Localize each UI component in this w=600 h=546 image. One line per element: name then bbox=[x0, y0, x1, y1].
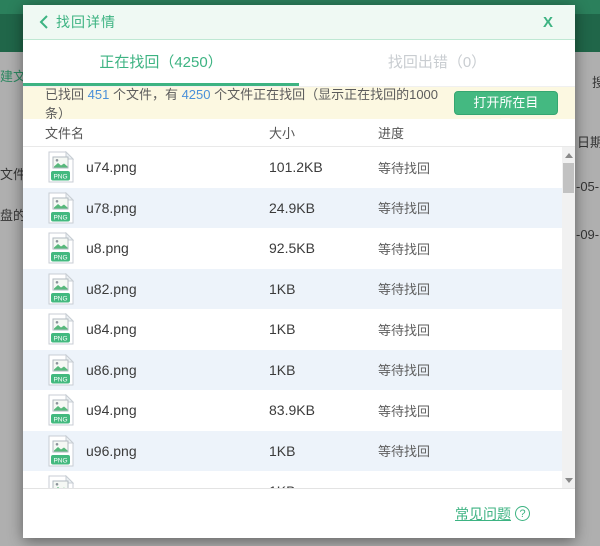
file-name: u82.png bbox=[86, 281, 137, 297]
filename-cell: PNG u94.png bbox=[48, 394, 269, 426]
scrollbar-thumb[interactable] bbox=[563, 163, 574, 193]
scroll-up-icon[interactable] bbox=[562, 149, 575, 162]
file-size: 1KB bbox=[269, 321, 378, 337]
table-header: 文件名 大小 进度 bbox=[23, 119, 575, 147]
dialog-footer: 常见问题 ? bbox=[23, 488, 575, 538]
scroll-down-icon[interactable] bbox=[562, 473, 575, 486]
table-row[interactable]: PNG u74.png 101.2KB等待找回 bbox=[23, 147, 562, 188]
close-icon[interactable]: X bbox=[537, 14, 559, 31]
backdrop-text-fragment: 搜 bbox=[592, 72, 600, 91]
scrollbar[interactable] bbox=[562, 147, 575, 488]
dialog-title: 找回详情 bbox=[56, 12, 116, 32]
file-size: 24.9KB bbox=[269, 200, 378, 216]
png-file-icon: PNG bbox=[48, 273, 74, 305]
file-name: u78.png bbox=[86, 200, 137, 216]
table-row[interactable]: PNG 1KB bbox=[23, 471, 562, 488]
filename-cell: PNG u82.png bbox=[48, 273, 269, 305]
filename-cell: PNG u78.png bbox=[48, 192, 269, 224]
png-file-icon: PNG bbox=[48, 192, 74, 224]
table-row[interactable]: PNG u82.png 1KB等待找回 bbox=[23, 269, 562, 310]
open-directory-button[interactable]: 打开所在目录 bbox=[454, 91, 558, 115]
png-file-icon: PNG bbox=[48, 475, 74, 488]
file-size: 1KB bbox=[269, 443, 378, 459]
svg-text:PNG: PNG bbox=[53, 214, 67, 221]
summary-prefix: 已找回 bbox=[45, 87, 88, 102]
table-row[interactable]: PNG u96.png 1KB等待找回 bbox=[23, 431, 562, 472]
dialog-header: 找回详情 X bbox=[23, 5, 575, 40]
file-progress: 等待找回 bbox=[378, 401, 562, 420]
file-progress: 等待找回 bbox=[378, 158, 562, 177]
back-button[interactable] bbox=[39, 15, 48, 29]
chevron-left-icon bbox=[39, 15, 48, 29]
file-list-viewport: PNGu74.png101.2KB等待找回PNGu78.png24.9KB等待找… bbox=[23, 147, 575, 488]
svg-text:PNG: PNG bbox=[53, 417, 67, 424]
tab-errors[interactable]: 找回出错（0） bbox=[299, 40, 575, 86]
png-file-icon: PNG bbox=[48, 435, 74, 467]
help-question-icon[interactable]: ? bbox=[515, 506, 530, 521]
svg-text:PNG: PNG bbox=[53, 255, 67, 262]
file-name: u86.png bbox=[86, 362, 137, 378]
table-row[interactable]: PNG u8.png 92.5KB等待找回 bbox=[23, 228, 562, 269]
faq-link[interactable]: 常见问题 bbox=[455, 504, 511, 524]
file-size: 1KB bbox=[269, 362, 378, 378]
png-file-icon: PNG bbox=[48, 232, 74, 264]
backdrop-text-fragment: 日期 bbox=[577, 132, 600, 151]
table-row[interactable]: PNG u94.png 83.9KB等待找回 bbox=[23, 390, 562, 431]
column-header-size: 大小 bbox=[269, 123, 378, 142]
tab-recovering[interactable]: 正在找回（4250） bbox=[23, 40, 299, 86]
backdrop-text-fragment: -05- bbox=[576, 179, 599, 194]
png-file-icon: PNG bbox=[48, 313, 74, 345]
column-header-filename: 文件名 bbox=[45, 123, 269, 142]
table-row[interactable]: PNG u86.png 1KB等待找回 bbox=[23, 350, 562, 391]
file-progress: 等待找回 bbox=[378, 320, 562, 339]
file-progress: 等待找回 bbox=[378, 441, 562, 460]
svg-text:PNG: PNG bbox=[53, 174, 67, 181]
file-name: u8.png bbox=[86, 240, 129, 256]
file-size: 83.9KB bbox=[269, 402, 378, 418]
file-progress: 等待找回 bbox=[378, 279, 562, 298]
file-size: 1KB bbox=[269, 483, 378, 488]
table-row[interactable]: PNG u78.png 24.9KB等待找回 bbox=[23, 188, 562, 229]
png-file-icon: PNG bbox=[48, 394, 74, 426]
svg-text:PNG: PNG bbox=[53, 295, 67, 302]
summary-mid: 个文件，有 bbox=[109, 87, 181, 102]
svg-text:PNG: PNG bbox=[53, 376, 67, 383]
file-name: u96.png bbox=[86, 443, 137, 459]
table-row[interactable]: PNG u84.png 1KB等待找回 bbox=[23, 309, 562, 350]
file-size: 101.2KB bbox=[269, 159, 378, 175]
filename-cell: PNG u86.png bbox=[48, 354, 269, 386]
svg-text:PNG: PNG bbox=[53, 336, 67, 343]
found-count: 451 bbox=[88, 87, 110, 102]
file-name: u84.png bbox=[86, 321, 137, 337]
file-size: 1KB bbox=[269, 281, 378, 297]
filename-cell: PNG u84.png bbox=[48, 313, 269, 345]
svg-text:PNG: PNG bbox=[53, 457, 67, 464]
file-list: PNGu74.png101.2KB等待找回PNGu78.png24.9KB等待找… bbox=[23, 147, 562, 488]
backdrop-text-fragment: -09- bbox=[576, 227, 599, 242]
file-progress: 等待找回 bbox=[378, 360, 562, 379]
tab-bar: 正在找回（4250） 找回出错（0） bbox=[23, 40, 575, 87]
filename-cell: PNG u96.png bbox=[48, 435, 269, 467]
file-progress: 等待找回 bbox=[378, 198, 562, 217]
png-file-icon: PNG bbox=[48, 151, 74, 183]
recovery-summary: 已找回 451 个文件，有 4250 个文件正在找回（显示正在找回的1000条） bbox=[45, 84, 454, 122]
recovering-count: 4250 bbox=[182, 87, 211, 102]
file-size: 92.5KB bbox=[269, 240, 378, 256]
recovery-summary-bar: 已找回 451 个文件，有 4250 个文件正在找回（显示正在找回的1000条）… bbox=[23, 87, 575, 119]
filename-cell: PNG u8.png bbox=[48, 232, 269, 264]
filename-cell: PNG u74.png bbox=[48, 151, 269, 183]
file-name: u94.png bbox=[86, 402, 137, 418]
recovery-details-dialog: 找回详情 X 正在找回（4250） 找回出错（0） 已找回 451 个文件，有 … bbox=[23, 5, 575, 538]
column-header-progress: 进度 bbox=[378, 123, 404, 142]
png-file-icon: PNG bbox=[48, 354, 74, 386]
file-progress: 等待找回 bbox=[378, 239, 562, 258]
file-name: u74.png bbox=[86, 159, 137, 175]
filename-cell: PNG bbox=[48, 475, 269, 488]
